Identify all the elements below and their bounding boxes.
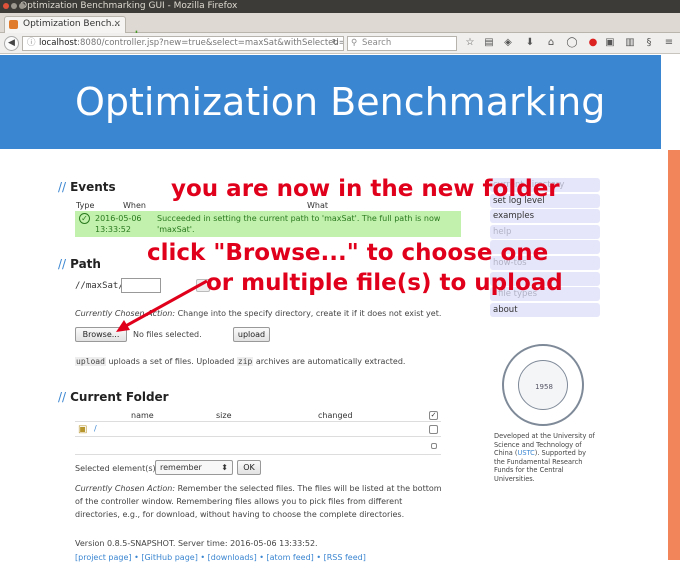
- ustc-link[interactable]: USTC: [518, 449, 535, 457]
- menu-icon[interactable]: ≡: [663, 37, 675, 49]
- current-folder-heading: //Current Folder: [58, 390, 169, 404]
- folder-table-header: name size changed ✓: [75, 409, 441, 422]
- select-all-checkbox[interactable]: ✓: [429, 411, 438, 420]
- url-bar[interactable]: ⓘ localhost:8080/controller.jsp?new=true…: [22, 36, 344, 51]
- window-title: Optimization Benchmarking GUI - Mozilla …: [20, 1, 238, 11]
- row-checkbox[interactable]: [429, 425, 438, 434]
- footer-links[interactable]: [project page] • [GitHub page] • [downlo…: [75, 553, 366, 562]
- col-size: size: [216, 411, 232, 420]
- reload-icon[interactable]: ↻: [332, 37, 339, 50]
- row-checkbox-small[interactable]: [431, 443, 437, 449]
- download-icon[interactable]: ⬇: [524, 37, 536, 49]
- tab-strip: Optimization Bench... × +: [0, 13, 680, 43]
- url-path: :8080/controller.jsp?new=true&select=max…: [77, 38, 344, 48]
- seal-inner: 1958: [518, 360, 568, 410]
- folder-table: name size changed ✓ ▣ /: [75, 409, 441, 455]
- minimize-window-icon[interactable]: [11, 3, 17, 9]
- scrollbar[interactable]: [661, 55, 680, 560]
- col-what: What: [307, 201, 329, 210]
- chevron-down-icon: ⬍: [221, 463, 228, 472]
- maximize-window-icon[interactable]: [19, 3, 25, 9]
- window-titlebar: Optimization Benchmarking GUI - Mozilla …: [0, 0, 680, 13]
- ustc-seal-logo: 1958: [502, 344, 584, 426]
- folder-link[interactable]: /: [94, 424, 97, 433]
- navigation-toolbar: ◀ ⓘ localhost:8080/controller.jsp?new=tr…: [0, 33, 680, 54]
- menu-item-about[interactable]: about: [490, 302, 600, 317]
- scrollbar-thumb[interactable]: [668, 150, 680, 560]
- selected-elements-label: Selected element(s):: [75, 464, 159, 473]
- path-heading: //Path: [58, 257, 101, 271]
- url-host: localhost: [39, 38, 78, 48]
- favicon-icon: [9, 20, 18, 29]
- search-icon: ⚲: [351, 38, 358, 48]
- col-type: Type: [76, 201, 95, 210]
- ok-button[interactable]: OK: [237, 460, 261, 475]
- search-input[interactable]: ⚲ Search: [347, 36, 457, 51]
- page-banner: Optimization Benchmarking: [0, 55, 661, 149]
- search-placeholder: Search: [362, 38, 392, 48]
- folder-action-desc: Currently Chosen Action: Remember the se…: [75, 484, 442, 519]
- pocket-icon[interactable]: ◈: [502, 37, 514, 49]
- success-check-icon: ✓: [79, 213, 90, 224]
- action-select[interactable]: remember ⬍: [155, 460, 233, 475]
- event-row: ✓ 2016-05-06 13:33:52 Succeeded in setti…: [75, 211, 461, 237]
- bookmark-star-icon[interactable]: ☆: [464, 37, 476, 49]
- menu-item-help[interactable]: help: [490, 224, 600, 239]
- home-icon[interactable]: ⌂: [545, 37, 557, 49]
- upload-button[interactable]: upload: [233, 327, 270, 342]
- window-controls[interactable]: [3, 3, 25, 9]
- table-row[interactable]: ▣ /: [75, 422, 441, 437]
- folder-icon: ▣: [78, 424, 88, 435]
- page-title: Optimization Benchmarking: [75, 80, 606, 124]
- tab-close-icon[interactable]: ×: [113, 17, 121, 32]
- university-credit: Developed at the University of Science a…: [494, 432, 595, 483]
- close-window-icon[interactable]: [3, 3, 9, 9]
- event-message: Succeeded in setting the current path to…: [157, 214, 441, 234]
- back-button[interactable]: ◀: [4, 36, 19, 51]
- adblock-icon[interactable]: ●: [587, 37, 599, 49]
- sync-icon[interactable]: §: [643, 37, 655, 49]
- col-when: When: [123, 201, 146, 210]
- events-heading: //Events: [58, 180, 116, 194]
- version-info: Version 0.8.5-SNAPSHOT. Server time: 201…: [75, 539, 318, 548]
- menu-item-examples[interactable]: examples: [490, 209, 600, 224]
- annotation-arrow-icon: [116, 279, 208, 332]
- info-icon[interactable]: ⓘ: [27, 37, 36, 50]
- reading-list-icon[interactable]: ▤: [483, 37, 495, 49]
- bookmarks-menu-icon[interactable]: ▥: [624, 37, 636, 49]
- tab-label: Optimization Bench...: [23, 19, 121, 29]
- tab-optimization-benchmarking[interactable]: Optimization Bench... ×: [4, 16, 126, 33]
- annotation-new-folder: you are now in the new folder: [171, 176, 560, 202]
- chat-icon[interactable]: ◯: [566, 37, 578, 49]
- annotation-browse: click "Browse..." to choose one: [147, 240, 549, 266]
- col-name: name: [131, 411, 154, 420]
- col-changed: changed: [318, 411, 353, 420]
- seal-year: 1958: [535, 383, 553, 391]
- addon-icon[interactable]: ▣: [604, 37, 616, 49]
- event-time: 2016-05-06 13:33:52: [95, 214, 142, 234]
- upload-desc: upload uploads a set of files. Uploaded …: [75, 357, 406, 366]
- table-row-empty: [75, 437, 441, 455]
- annotation-upload: or multiple file(s) to upload: [206, 270, 563, 296]
- events-table-header: Type When What: [75, 201, 461, 211]
